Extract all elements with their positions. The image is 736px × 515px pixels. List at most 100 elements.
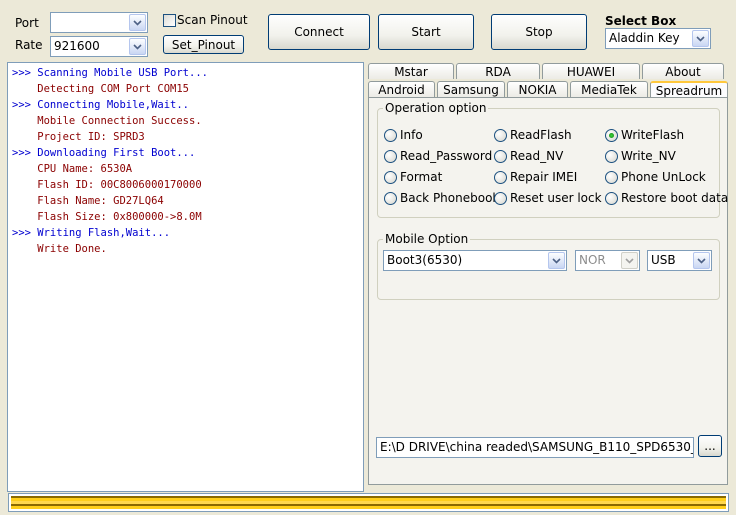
chevron-down-icon[interactable] — [692, 30, 709, 47]
tab-label: About — [665, 64, 701, 79]
chevron-down-icon[interactable] — [548, 252, 565, 269]
radio-info[interactable]: Info — [384, 128, 423, 142]
radio-dot[interactable] — [605, 128, 618, 142]
tab-label: MediaTek — [581, 82, 637, 97]
radio-dot[interactable] — [494, 170, 507, 184]
radio-label: Restore boot data — [621, 191, 729, 205]
set-pinout-label: Set_Pinout — [171, 37, 236, 52]
scan-pinout-label: Scan Pinout — [177, 13, 248, 27]
file-path-value: E:\D DRIVE\china readed\SAMSUNG_B110_SPD… — [380, 440, 693, 454]
stop-button[interactable]: Stop — [491, 14, 587, 50]
start-label: Start — [411, 25, 441, 39]
stop-label: Stop — [525, 25, 553, 39]
radio-label: WriteFlash — [621, 128, 685, 142]
tab-mstar[interactable]: Mstar — [368, 63, 454, 79]
radio-dot[interactable] — [384, 149, 397, 163]
select-box-select[interactable]: Aladdin Key — [605, 28, 711, 49]
log-panel[interactable]: >>> Scanning Mobile USB Port... Detectin… — [7, 62, 364, 492]
chevron-down-icon[interactable] — [129, 14, 146, 31]
rate-value: 921600 — [54, 39, 100, 53]
tab-huawei[interactable]: HUAWEI — [542, 63, 640, 79]
set-pinout-button[interactable]: Set_Pinout — [163, 35, 244, 54]
tab-label: NOKIA — [518, 82, 557, 97]
flash-type-value: NOR — [579, 253, 606, 267]
tab-row-bottom: Android Samsung NOKIA MediaTek Spreadrum — [368, 81, 730, 98]
log-line: Project ID: SPRD3 — [12, 131, 145, 143]
tab-label: HUAWEI — [566, 64, 616, 79]
radio-label: Read_NV — [510, 149, 564, 163]
progress-bar — [8, 493, 729, 512]
boot-value: Boot3(6530) — [387, 253, 463, 267]
tab-mediatek[interactable]: MediaTek — [570, 81, 648, 97]
log-line: >>> Connecting Mobile,Wait.. — [12, 99, 190, 111]
radio-label: Phone UnLock — [621, 170, 706, 184]
flash-type-select[interactable]: NOR — [575, 250, 640, 271]
radio-write-nv[interactable]: Write_NV — [605, 149, 676, 163]
tab-android[interactable]: Android — [368, 81, 435, 97]
radio-readflash[interactable]: ReadFlash — [494, 128, 572, 142]
radio-phone-unlock[interactable]: Phone UnLock — [605, 170, 706, 184]
browse-button[interactable]: ... — [698, 435, 722, 457]
radio-dot[interactable] — [605, 191, 618, 205]
radio-back-phonebook[interactable]: Back Phonebook — [384, 191, 499, 205]
port-select[interactable] — [50, 12, 148, 33]
radio-dot[interactable] — [605, 170, 618, 184]
log-line: >>> Writing Flash,Wait... — [12, 227, 171, 239]
tab-label: RDA — [485, 64, 511, 79]
port-label: Port — [15, 16, 39, 30]
scan-pinout-checkbox[interactable] — [163, 14, 176, 27]
radio-dot[interactable] — [384, 170, 397, 184]
radio-dot[interactable] — [384, 191, 397, 205]
radio-label: Write_NV — [621, 149, 676, 163]
log-line: Flash Size: 0x800000->8.0M — [12, 211, 202, 223]
radio-dot[interactable] — [384, 128, 397, 142]
select-box-value: Aladdin Key — [609, 31, 680, 45]
log-line: CPU Name: 6530A — [12, 163, 133, 175]
tab-row-top: Mstar RDA HUAWEI About — [368, 63, 726, 79]
interface-select[interactable]: USB — [647, 250, 712, 271]
radio-dot[interactable] — [494, 128, 507, 142]
interface-value: USB — [651, 253, 676, 267]
log-line: Write Done. — [12, 243, 107, 255]
rate-label: Rate — [15, 38, 43, 52]
tab-about[interactable]: About — [642, 63, 724, 79]
boot-select[interactable]: Boot3(6530) — [383, 250, 567, 271]
radio-dot[interactable] — [494, 191, 507, 205]
radio-dot[interactable] — [494, 149, 507, 163]
chevron-down-icon[interactable] — [621, 252, 638, 269]
radio-label: Info — [400, 128, 423, 142]
start-button[interactable]: Start — [378, 14, 474, 50]
tab-samsung[interactable]: Samsung — [437, 81, 505, 97]
radio-format[interactable]: Format — [384, 170, 442, 184]
radio-label: Format — [400, 170, 443, 184]
tab-label: Spreadrum — [655, 83, 723, 98]
radio-label: Repair IMEI — [510, 170, 578, 184]
radio-repair-imei[interactable]: Repair IMEI — [494, 170, 577, 184]
radio-read-nv[interactable]: Read_NV — [494, 149, 563, 163]
radio-label: Back Phonebook — [400, 191, 500, 205]
radio-reset-user-lock[interactable]: Reset user lock — [494, 191, 602, 205]
tab-nokia[interactable]: NOKIA — [507, 81, 568, 97]
tab-spreadrum[interactable]: Spreadrum — [650, 81, 728, 98]
log-line: Flash Name: GD27LQ64 — [12, 195, 164, 207]
select-box-label: Select Box — [605, 14, 677, 28]
operation-option-group: Operation option Info ReadFlash WriteFla… — [377, 101, 728, 218]
tab-label: Mstar — [394, 64, 428, 79]
radio-read-password[interactable]: Read_Password — [384, 149, 492, 163]
radio-restore-boot-data[interactable]: Restore boot data — [605, 191, 728, 205]
browse-label: ... — [704, 439, 716, 453]
rate-select[interactable]: 921600 — [50, 36, 148, 57]
log-line: >>> Downloading First Boot... — [12, 147, 196, 159]
progress-fill — [11, 496, 726, 509]
connect-button[interactable]: Connect — [268, 14, 370, 50]
spreadrum-panel: Operation option Info ReadFlash WriteFla… — [368, 97, 728, 485]
radio-dot[interactable] — [605, 149, 618, 163]
file-path-input[interactable]: E:\D DRIVE\china readed\SAMSUNG_B110_SPD… — [376, 437, 694, 458]
chevron-down-icon[interactable] — [693, 252, 710, 269]
tab-rda[interactable]: RDA — [456, 63, 540, 79]
chevron-down-icon[interactable] — [129, 38, 146, 55]
tab-label: Samsung — [443, 82, 499, 97]
log-line: >>> Scanning Mobile USB Port... — [12, 67, 208, 79]
radio-label: Reset user lock — [510, 191, 602, 205]
radio-writeflash[interactable]: WriteFlash — [605, 128, 684, 142]
